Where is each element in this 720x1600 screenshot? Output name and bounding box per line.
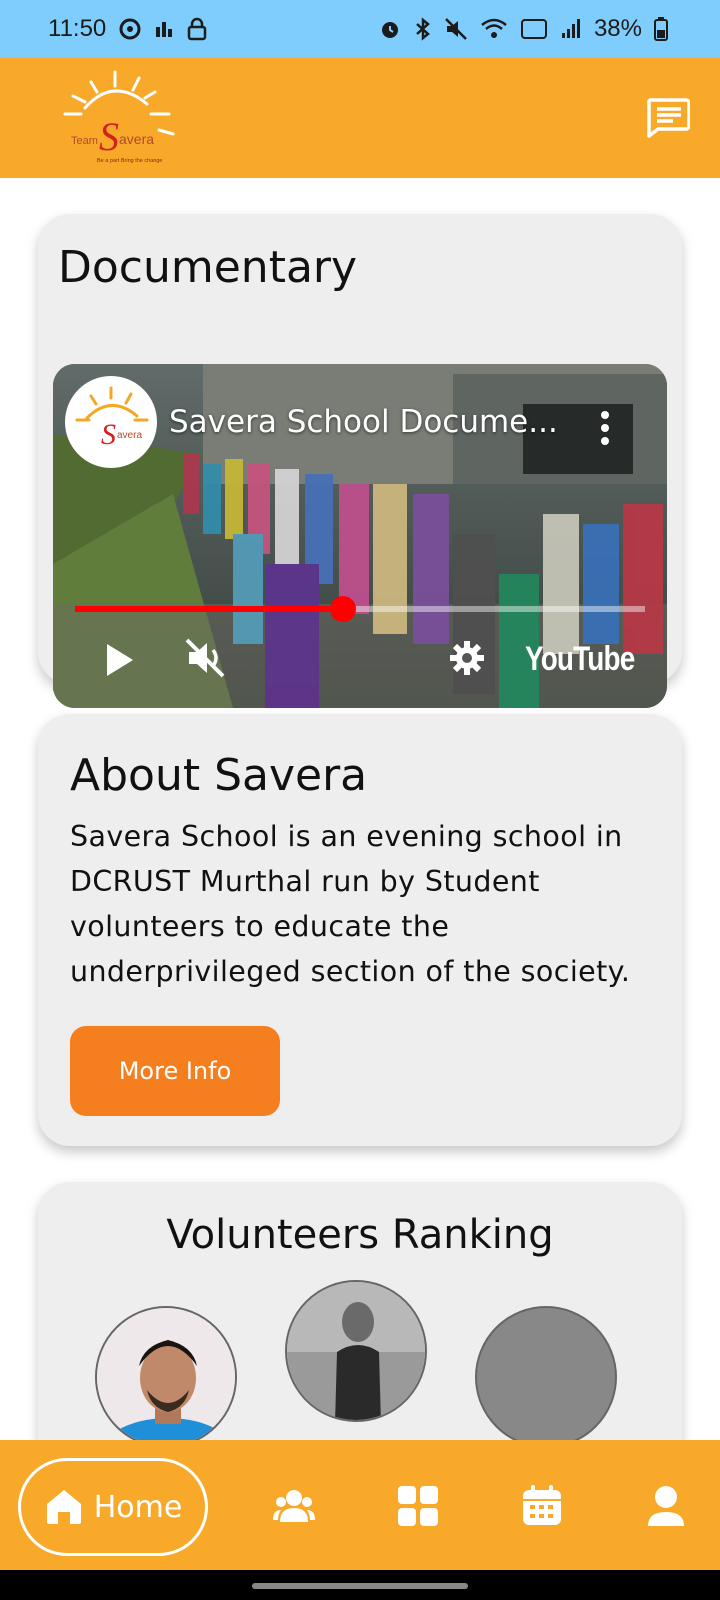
- about-card: About Savera Savera School is an evening…: [38, 714, 682, 1146]
- nav-dashboard[interactable]: [396, 1484, 440, 1528]
- signal-icon: [561, 19, 580, 38]
- youtube-player[interactable]: S avera Savera School Docume... YouTube: [53, 364, 667, 708]
- more-vert-icon[interactable]: [599, 410, 611, 446]
- nav-home[interactable]: Home: [18, 1458, 208, 1556]
- settings-gear-icon[interactable]: [449, 640, 485, 676]
- status-right: 38%: [378, 15, 668, 43]
- svg-text:Be a part Bring the change: Be a part Bring the change: [97, 158, 162, 164]
- documentary-card: Documentary S avera Savera School Docume…: [38, 214, 682, 708]
- video-progress-fill: [75, 606, 343, 612]
- svg-text:Team: Team: [71, 135, 98, 147]
- video-progress-bar[interactable]: [75, 596, 645, 622]
- svg-text:S: S: [99, 114, 119, 159]
- battery-percent: 38%: [593, 15, 642, 42]
- volunteer-avatar-1[interactable]: [95, 1306, 237, 1440]
- volunteer-avatar-2[interactable]: [285, 1280, 427, 1422]
- play-icon[interactable]: [105, 642, 135, 678]
- video-progress-handle[interactable]: [329, 596, 356, 622]
- bars-chart-icon: [156, 22, 173, 37]
- nav-volunteers[interactable]: [272, 1484, 316, 1528]
- volte-icon: [520, 19, 547, 39]
- status-left: 11:50: [48, 15, 208, 43]
- bluetooth-icon: [416, 17, 430, 41]
- ranking-title: Volunteers Ranking: [166, 1212, 554, 1258]
- at-icon: [119, 18, 141, 40]
- youtube-logo[interactable]: YouTube: [525, 640, 635, 679]
- grid-icon: [398, 1486, 438, 1526]
- status-bar: 11:50 38%: [0, 0, 720, 58]
- gesture-handle[interactable]: [252, 1583, 468, 1589]
- battery-icon: [654, 17, 668, 41]
- about-description: Savera School is an evening school in DC…: [70, 820, 631, 988]
- more-info-button[interactable]: More Info: [70, 1026, 280, 1116]
- bottom-navigation: Home: [0, 1440, 720, 1570]
- calendar-icon: [523, 1485, 561, 1525]
- documentary-title: Documentary: [58, 242, 358, 293]
- volunteer-avatar-3[interactable]: [475, 1306, 617, 1440]
- wifi-icon: [481, 18, 507, 38]
- nav-calendar[interactable]: [520, 1484, 564, 1528]
- app-bar: Team S avera Be a part Bring the change: [0, 58, 720, 178]
- alarm-icon: [381, 22, 398, 38]
- team-savera-logo[interactable]: Team S avera Be a part Bring the change: [55, 68, 181, 168]
- person-icon: [648, 1486, 684, 1526]
- video-title: Savera School Docume...: [169, 404, 558, 440]
- mute-status-icon: [445, 18, 467, 40]
- group-icon: [273, 1490, 315, 1522]
- content-scroll[interactable]: Documentary S avera Savera School Docume…: [0, 178, 720, 1440]
- nav-profile[interactable]: [644, 1484, 688, 1528]
- nav-home-label: Home: [93, 1489, 183, 1525]
- home-icon: [46, 1490, 81, 1524]
- about-title: About Savera: [70, 750, 368, 801]
- channel-avatar[interactable]: S avera: [65, 376, 157, 468]
- system-gesture-bar: [0, 1570, 720, 1600]
- volume-off-icon[interactable]: [183, 636, 227, 680]
- svg-text:avera: avera: [117, 430, 142, 441]
- volunteers-ranking-card: Volunteers Ranking: [38, 1182, 682, 1440]
- status-time: 11:50: [48, 15, 107, 42]
- lock-icon: [188, 17, 207, 41]
- svg-text:S: S: [101, 418, 116, 451]
- chat-icon[interactable]: [646, 98, 691, 138]
- svg-text:avera: avera: [119, 131, 154, 147]
